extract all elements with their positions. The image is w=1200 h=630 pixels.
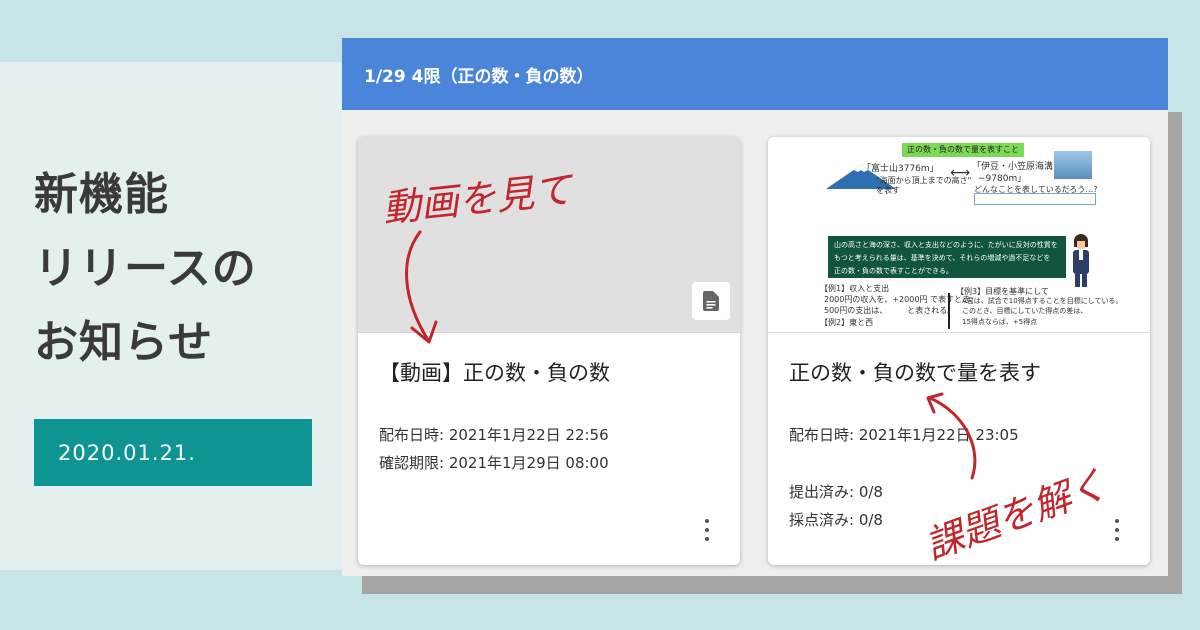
card-graded-count: 採点済み: 0/8 <box>789 511 883 529</box>
worksheet-divider <box>948 293 950 329</box>
card-submitted-count: 提出済み: 0/8 <box>789 483 883 501</box>
card-deadline: 確認期限: 2021年1月29日 08:00 <box>379 454 609 472</box>
worksheet-title: 正の数・負の数で量を表すこと <box>902 143 1024 157</box>
worksheet-ex3-line1: A君は、試合で10得点することを目標にしている。 <box>962 297 1123 305</box>
headline-line-3: お知らせ <box>34 317 214 368</box>
headline-line-1: 新機能 <box>34 169 169 220</box>
annotation-arrow-up-icon <box>926 392 977 480</box>
double-arrow-icon: ⟷ <box>950 165 971 181</box>
worksheet-ex2-title: 【例2】東と西 <box>820 318 874 327</box>
card-title: 正の数・負の数で量を表す <box>789 361 1041 385</box>
worksheet-thumbnail: 正の数・負の数で量を表すこと 「富士山3776m」 "海面から頂上までの高さ" … <box>768 137 1150 333</box>
worksheet-left-label: 「富士山3776m」 <box>862 164 939 174</box>
worksheet-rule-box: 山の高さと海の深さ、収入と支出などのように、たがいに反対の性質を もつと考えられ… <box>828 236 1066 278</box>
more-vert-icon[interactable] <box>704 519 710 543</box>
card-distributed-at: 配布日時: 2021年1月22日 22:56 <box>379 426 609 444</box>
headline-line-2: リリースの <box>34 243 257 294</box>
panel-header: 1/29 4限（正の数・負の数） <box>342 38 1168 110</box>
worksheet-ex1-line1: 2000円の収入を、+2000円 で表すとき、 <box>824 295 978 304</box>
card-title: 【動画】正の数・負の数 <box>379 361 610 385</box>
worksheet-answer-box <box>974 193 1096 205</box>
annotation-arrow-down-icon <box>405 230 438 344</box>
document-icon <box>692 282 730 320</box>
headline: 新機能 リリースの お知らせ <box>34 158 257 380</box>
date-badge: 2020.01.21. <box>34 419 312 486</box>
worksheet-ex3-line3: 15得点ならば、+5得点 <box>962 318 1038 326</box>
teacher-icon <box>1073 234 1089 287</box>
sea-image <box>1054 151 1092 179</box>
worksheet-ex3-line2: このとき、目標にしていた得点の差は、 <box>962 307 1088 315</box>
worksheet-right-value: −9780m」 <box>978 174 1027 184</box>
worksheet-ex1-title: 【例1】収入と支出 <box>820 284 890 293</box>
worksheet-left-note-2: を表す <box>876 186 900 195</box>
more-vert-icon[interactable] <box>1114 519 1120 543</box>
worksheet-ex1-line2: 500円の支出は、 と表される。 <box>824 306 956 315</box>
